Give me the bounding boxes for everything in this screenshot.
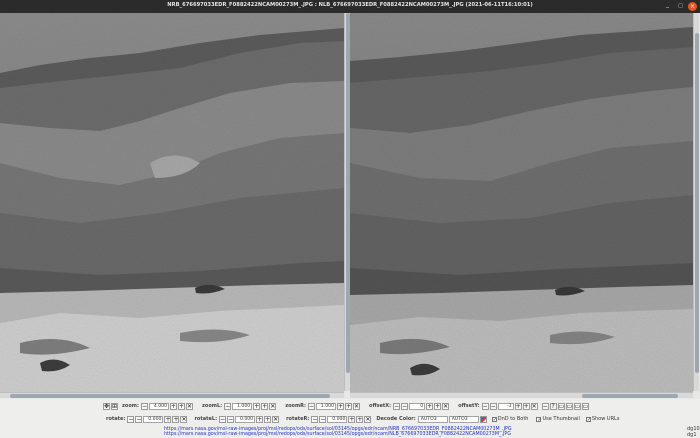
rotateL-minus-2-button[interactable]: − (227, 415, 235, 423)
right-vertical-scrollbar[interactable] (693, 13, 699, 391)
corner-text-2: dg1 (687, 432, 697, 438)
zoomR-minus-button[interactable]: − (308, 402, 316, 410)
move-icon[interactable]: ✥ (103, 402, 110, 410)
zoomR-plus-2-button[interactable]: + (345, 402, 353, 410)
offsetY-reset-button[interactable]: ✕ (530, 402, 538, 410)
left-hscroll-thumb[interactable] (10, 394, 330, 398)
offsetY-minus-2-button[interactable]: − (489, 402, 497, 410)
rotate-plus-2-button[interactable]: + (172, 415, 180, 423)
window-title: NRB_676697033EDR_F0882422NCAM00273M_.JPG… (167, 2, 533, 8)
zoom-reset-button[interactable]: ✕ (186, 402, 193, 410)
rotateR-label: rotateR: (286, 416, 310, 422)
zoomR-reset-button[interactable]: ✕ (353, 402, 361, 410)
rotateR-minus-2-button[interactable]: − (319, 415, 327, 423)
rotateL-label: rotateL: (194, 416, 218, 422)
offsetX-reset-button[interactable]: ✕ (442, 402, 450, 410)
rotateL-input[interactable]: 0.000 (235, 415, 256, 423)
zoom-label: zoom: (122, 403, 139, 409)
show-urls-checkbox[interactable]: ✓ (585, 416, 591, 422)
rotateR-input[interactable]: 0.000 (327, 415, 348, 423)
offsetY-label: offsetY: (458, 403, 480, 409)
rotateL-plus-2-button[interactable]: + (264, 415, 272, 423)
offsetX-label: offsetX: (369, 403, 392, 409)
zoomL-plus-2-button[interactable]: + (261, 402, 269, 410)
zoomL-minus-button[interactable]: − (224, 402, 232, 410)
right-image-url-link[interactable]: https://mars.nasa.gov/msl-raw-images/pro… (164, 432, 511, 437)
left-horizontal-scrollbar[interactable] (0, 392, 344, 398)
offsetY-plus-2-button[interactable]: + (522, 402, 530, 410)
zoom-input[interactable]: 4.000 (149, 402, 169, 410)
help-button[interactable]: ? (549, 402, 557, 410)
zoomL-label: zoomL: (202, 403, 223, 409)
right-vscroll-thumb[interactable] (695, 33, 699, 373)
maximize-icon[interactable]: □ (676, 2, 685, 11)
zoomL-plus-button[interactable]: + (253, 402, 261, 410)
link-icon[interactable]: ⊞ (111, 402, 118, 410)
rotate-reset-button[interactable]: ✕ (180, 415, 188, 423)
zoomL-reset-button[interactable]: ✕ (269, 402, 277, 410)
offsetX-plus-button[interactable]: + (426, 402, 434, 410)
rotateR-plus-2-button[interactable]: + (356, 415, 364, 423)
offsetX-minus-2-button[interactable]: − (401, 402, 409, 410)
decode-color-left-select[interactable]: AUTO3 (417, 415, 448, 423)
layout-3-icon[interactable]: ▭ (573, 402, 581, 410)
use-thumbnail-label: Use Thumbnail (542, 416, 580, 422)
zoom-plus-button[interactable]: + (170, 402, 177, 410)
dnd-both-label: DnD to Both (497, 416, 529, 422)
layout-1-icon[interactable]: ▭ (557, 402, 565, 410)
offsetY-plus-button[interactable]: + (514, 402, 522, 410)
right-mars-image (350, 13, 693, 393)
left-mars-image (0, 13, 344, 393)
control-panel: ✥ ⊞ zoom: − 4.000 + + ✕ zoomL: − 1.000 +… (0, 399, 700, 438)
rotate-plus-button[interactable]: + (164, 415, 172, 423)
close-icon[interactable]: × (688, 2, 697, 11)
title-bar: NRB_676697033EDR_F0882422NCAM00273M_.JPG… (0, 0, 700, 13)
right-image-pane[interactable] (350, 13, 693, 393)
rotate-label: rotate: (106, 416, 126, 422)
left-image-pane[interactable] (0, 13, 344, 393)
right-horizontal-scrollbar[interactable] (350, 392, 693, 398)
zoomR-label: zoomR: (285, 403, 307, 409)
rotateR-plus-button[interactable]: + (348, 415, 356, 423)
rotate-minus-2-button[interactable]: − (135, 415, 143, 423)
decode-color-right-select[interactable]: AUTO3 (448, 415, 479, 423)
use-thumbnail-checkbox[interactable]: ✓ (536, 416, 542, 422)
zoom-minus-button[interactable]: − (141, 402, 148, 410)
offsetY-input[interactable]: -3 (497, 402, 514, 410)
rotateR-minus-button[interactable]: − (311, 415, 319, 423)
swap-button[interactable]: − (541, 402, 549, 410)
rotate-minus-button[interactable]: − (127, 415, 135, 423)
offsetY-minus-button[interactable]: − (481, 402, 489, 410)
layout-2-icon[interactable]: ▭ (565, 402, 573, 410)
rotateL-plus-button[interactable]: + (256, 415, 264, 423)
show-urls-label: Show URLs (591, 416, 620, 422)
rotateL-reset-button[interactable]: ✕ (272, 415, 280, 423)
zoomL-input[interactable]: 1.000 (232, 402, 253, 410)
offsetX-minus-button[interactable]: − (393, 402, 401, 410)
zoom-plus-2-button[interactable]: + (178, 402, 185, 410)
rotateL-minus-button[interactable]: − (219, 415, 227, 423)
rotateR-reset-button[interactable]: ✕ (364, 415, 372, 423)
rotate-input[interactable]: 0.000 (143, 415, 164, 423)
controls-row-2: rotate: − − 0.000 + + ✕ rotateL: − − 0.0… (103, 415, 619, 423)
color-picker-icon[interactable] (479, 415, 487, 423)
zoomR-input[interactable]: 1.000 (316, 402, 337, 410)
zoomR-plus-button[interactable]: + (337, 402, 345, 410)
offsetX-input[interactable]: 0 (409, 402, 426, 410)
right-hscroll-thumb[interactable] (582, 394, 678, 398)
controls-row-1: ✥ ⊞ zoom: − 4.000 + + ✕ zoomL: − 1.000 +… (103, 402, 590, 410)
decode-color-label: Decode Color: (376, 416, 416, 422)
minimize-icon[interactable]: _ (663, 0, 672, 9)
offsetX-plus-2-button[interactable]: + (434, 402, 442, 410)
dnd-both-checkbox[interactable]: ✓ (491, 416, 497, 422)
layout-4-icon[interactable]: ▭ (581, 402, 589, 410)
